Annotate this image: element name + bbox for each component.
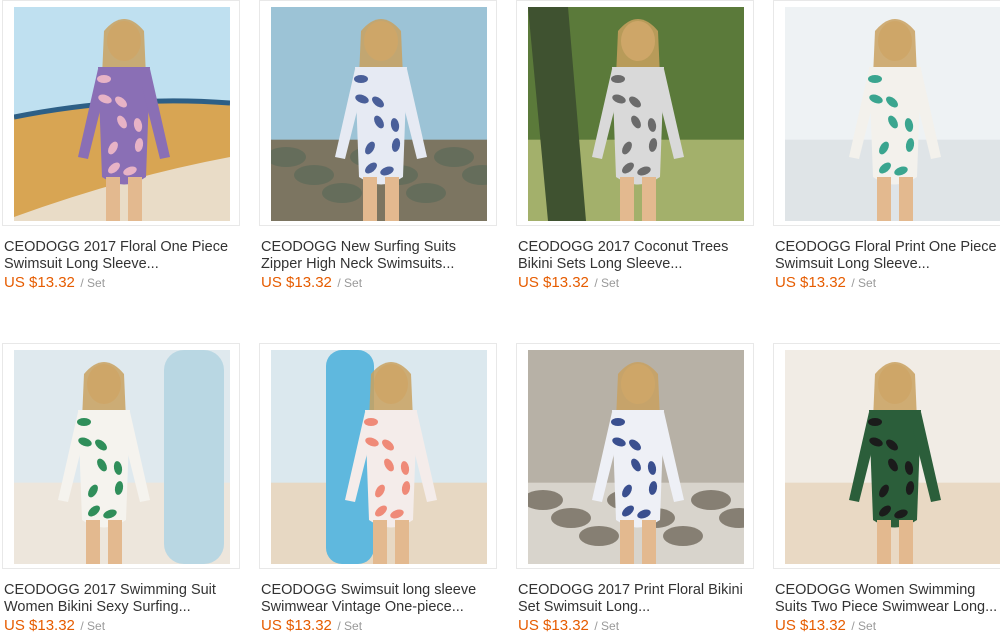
product-card[interactable]: CEODOGG Floral Print One Piece Swimsuit L…	[773, 0, 1000, 300]
price-row: US $13.32 / Set	[775, 617, 876, 635]
price-unit: / Set	[851, 619, 877, 633]
product-title-link[interactable]: CEODOGG New Surfing Suits Zipper High Nec…	[261, 239, 499, 273]
product-title-line: Set Swimsuit Long...	[518, 599, 651, 615]
product-photo	[785, 350, 1000, 564]
price-unit: / Set	[594, 276, 620, 290]
price-row: US $13.32 / Set	[261, 274, 362, 292]
product-image-link[interactable]	[773, 343, 1000, 569]
product-image-link[interactable]	[516, 343, 754, 569]
price-unit: / Set	[80, 619, 106, 633]
price-row: US $13.32 / Set	[518, 274, 619, 292]
product-image-link[interactable]	[2, 0, 240, 226]
product-price: US $13.32	[518, 617, 589, 634]
product-photo	[14, 7, 230, 221]
price-unit: / Set	[337, 619, 363, 633]
price-row: US $13.32 / Set	[775, 274, 876, 292]
price-row: US $13.32 / Set	[4, 617, 105, 635]
product-title-line: Women Bikini Sexy Surfing...	[4, 599, 191, 615]
product-price: US $13.32	[261, 617, 332, 634]
product-title-link[interactable]: CEODOGG 2017 Print Floral Bikini Set Swim…	[518, 582, 756, 616]
product-title-line: Zipper High Neck Swimsuits...	[261, 256, 455, 272]
product-price: US $13.32	[775, 274, 846, 291]
product-title-link[interactable]: CEODOGG 2017 Floral One Piece Swimsuit Lo…	[4, 239, 242, 273]
product-title-line: CEODOGG Women Swimming	[775, 582, 976, 598]
product-grid: CEODOGG 2017 Floral One Piece Swimsuit Lo…	[0, 0, 1000, 643]
product-price: US $13.32	[261, 274, 332, 291]
product-image-link[interactable]	[516, 0, 754, 226]
product-price: US $13.32	[775, 617, 846, 634]
product-title-line: CEODOGG New Surfing Suits	[261, 239, 456, 255]
product-card[interactable]: CEODOGG 2017 Floral One Piece Swimsuit Lo…	[2, 0, 242, 300]
product-photo	[14, 350, 230, 564]
product-photo	[528, 7, 744, 221]
product-card[interactable]: CEODOGG 2017 Coconut Trees Bikini Sets Lo…	[516, 0, 756, 300]
product-title-link[interactable]: CEODOGG Women Swimming Suits Two Piece Sw…	[775, 582, 1000, 616]
product-card[interactable]: CEODOGG Women Swimming Suits Two Piece Sw…	[773, 343, 1000, 643]
product-title-link[interactable]: CEODOGG 2017 Coconut Trees Bikini Sets Lo…	[518, 239, 756, 273]
price-row: US $13.32 / Set	[518, 617, 619, 635]
product-card[interactable]: CEODOGG 2017 Print Floral Bikini Set Swim…	[516, 343, 756, 643]
product-title-line: CEODOGG 2017 Print Floral Bikini	[518, 582, 743, 598]
product-photo	[528, 350, 744, 564]
product-title-line: CEODOGG 2017 Swimming Suit	[4, 582, 216, 598]
product-title-link[interactable]: CEODOGG Swimsuit long sleeve Swimwear Vin…	[261, 582, 499, 616]
product-image-link[interactable]	[259, 343, 497, 569]
product-photo	[271, 350, 487, 564]
product-image-link[interactable]	[2, 343, 240, 569]
price-unit: / Set	[851, 276, 877, 290]
product-title-line: Swimsuit Long Sleeve...	[4, 256, 159, 272]
product-title-link[interactable]: CEODOGG Floral Print One Piece Swimsuit L…	[775, 239, 1000, 273]
product-card[interactable]: CEODOGG 2017 Swimming Suit Women Bikini S…	[2, 343, 242, 643]
product-title-line: CEODOGG 2017 Coconut Trees	[518, 239, 729, 255]
product-title-line: Swimsuit Long Sleeve...	[775, 256, 930, 272]
product-image-link[interactable]	[259, 0, 497, 226]
product-price: US $13.32	[4, 617, 75, 634]
product-title-line: CEODOGG 2017 Floral One Piece	[4, 239, 229, 255]
product-card[interactable]: CEODOGG Swimsuit long sleeve Swimwear Vin…	[259, 343, 499, 643]
product-photo	[271, 7, 487, 221]
product-title-line: Bikini Sets Long Sleeve...	[518, 256, 683, 272]
product-title-line: CEODOGG Swimsuit long sleeve	[261, 582, 477, 598]
product-title-line: CEODOGG Floral Print One Piece	[775, 239, 997, 255]
product-title-line: Suits Two Piece Swimwear Long...	[775, 599, 998, 615]
price-unit: / Set	[337, 276, 363, 290]
price-row: US $13.32 / Set	[4, 274, 105, 292]
price-unit: / Set	[594, 619, 620, 633]
product-photo	[785, 7, 1000, 221]
product-title-link[interactable]: CEODOGG 2017 Swimming Suit Women Bikini S…	[4, 582, 242, 616]
product-price: US $13.32	[4, 274, 75, 291]
product-price: US $13.32	[518, 274, 589, 291]
price-row: US $13.32 / Set	[261, 617, 362, 635]
price-unit: / Set	[80, 276, 106, 290]
product-title-line: Swimwear Vintage One-piece...	[261, 599, 464, 615]
product-card[interactable]: CEODOGG New Surfing Suits Zipper High Nec…	[259, 0, 499, 300]
product-image-link[interactable]	[773, 0, 1000, 226]
